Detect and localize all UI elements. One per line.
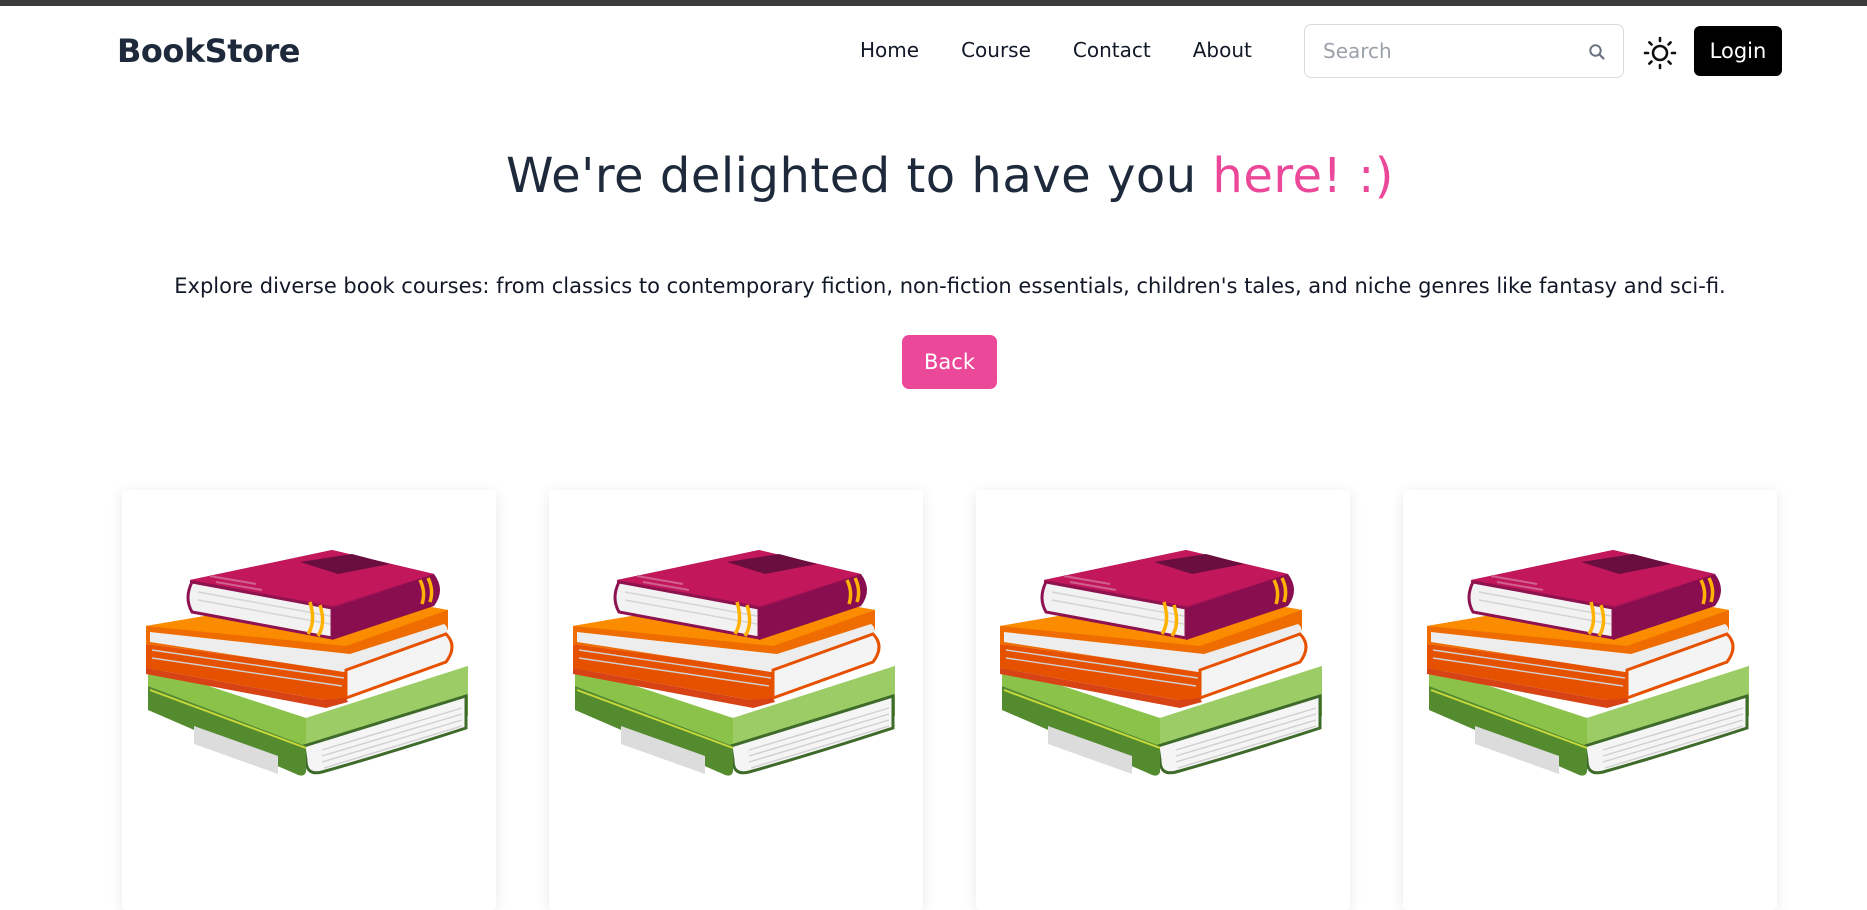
search-box [1304,24,1624,78]
hero-heading-main: We're delighted to have you [506,148,1213,204]
book-stack-image [1000,550,1324,778]
book-stack-image [1427,550,1751,778]
book-stack-image [573,550,897,778]
hero-heading: We're delighted to have you here! :) [0,148,1867,204]
nav-links: Home Course Contact About [860,38,1294,62]
back-button[interactable]: Back [902,335,997,389]
hero-description: Explore diverse book courses: from class… [174,274,1726,298]
course-card[interactable] [976,490,1350,910]
hero-heading-accent: here! :) [1212,148,1394,204]
login-button[interactable]: Login [1694,26,1782,76]
course-card[interactable] [549,490,923,910]
nav-link-about[interactable]: About [1193,38,1252,62]
search-input[interactable] [1321,38,1575,64]
course-card[interactable] [122,490,496,910]
navbar: BookStore Home Course Contact About Logi… [0,6,1867,96]
brand-logo[interactable]: BookStore [117,32,300,70]
nav-link-contact[interactable]: Contact [1073,38,1151,62]
nav-link-home[interactable]: Home [860,38,919,62]
sun-icon[interactable] [1643,36,1677,70]
book-stack-image [146,550,470,778]
nav-link-course[interactable]: Course [961,38,1031,62]
course-card[interactable] [1403,490,1777,910]
search-icon[interactable] [1587,42,1607,62]
